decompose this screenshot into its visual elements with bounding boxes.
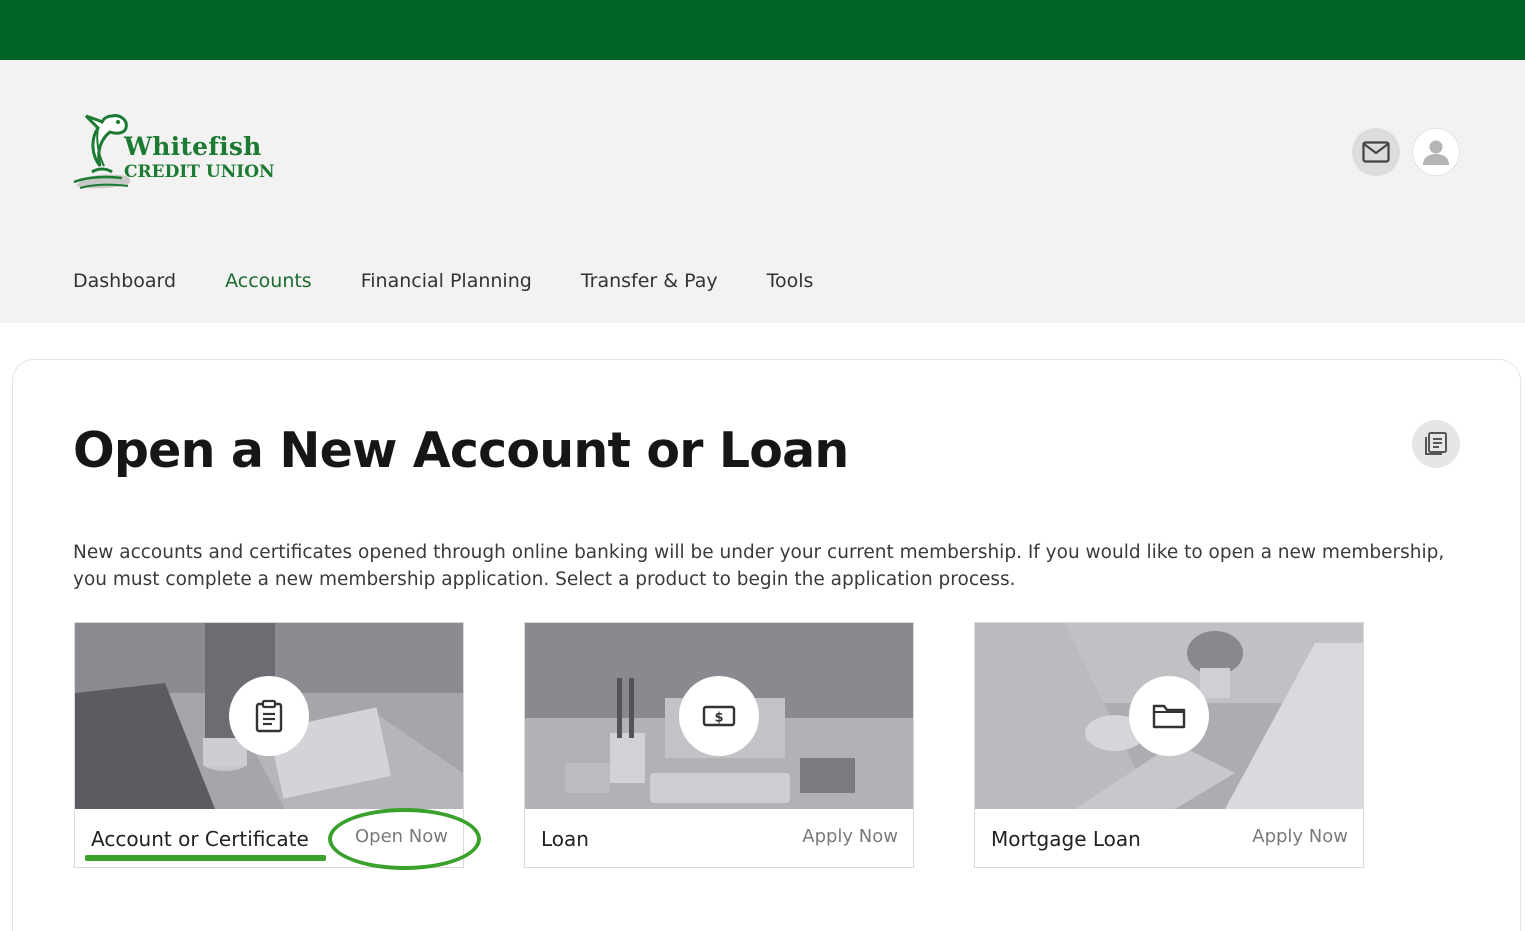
profile-button[interactable] <box>1412 128 1460 176</box>
messages-button[interactable] <box>1352 128 1400 176</box>
whitefish-logo[interactable]: Whitefish CREDIT UNION <box>72 106 292 198</box>
logo-subname: CREDIT UNION <box>124 162 275 182</box>
top-brand-bar <box>0 0 1525 60</box>
page-title: Open a New Account or Loan <box>73 422 849 479</box>
folder-icon <box>1152 704 1186 729</box>
highlight-circle <box>328 808 481 870</box>
product-label: Mortgage Loan <box>991 827 1141 851</box>
header: Whitefish CREDIT UNION Dashboard Account… <box>0 60 1525 323</box>
nav-tools[interactable]: Tools <box>767 270 814 292</box>
dollar-bill-icon: $ <box>702 705 736 727</box>
clipboard-icon <box>255 699 283 733</box>
product-icon-circle: $ <box>679 676 759 756</box>
nav-financial-planning[interactable]: Financial Planning <box>361 270 532 292</box>
logo-name: Whitefish <box>124 132 262 161</box>
product-card-loan[interactable]: $ Loan Apply Now <box>524 622 914 868</box>
product-label: Loan <box>541 827 589 851</box>
nav-transfer-pay[interactable]: Transfer & Pay <box>581 270 718 292</box>
user-silhouette-icon <box>1423 140 1449 165</box>
product-label: Account or Certificate <box>91 827 309 851</box>
apply-now-link[interactable]: Apply Now <box>1252 826 1348 847</box>
product-card-mortgage-loan[interactable]: Mortgage Loan Apply Now <box>974 622 1364 868</box>
nav-accounts[interactable]: Accounts <box>225 270 312 292</box>
documents-button[interactable] <box>1412 420 1460 468</box>
nav-dashboard[interactable]: Dashboard <box>73 270 176 292</box>
highlight-underline <box>85 855 326 861</box>
main-nav: Dashboard Accounts Financial Planning Tr… <box>73 270 862 292</box>
mail-icon <box>1362 141 1390 163</box>
product-icon-circle <box>1129 676 1209 756</box>
document-list-icon <box>1425 432 1447 455</box>
svg-text:$: $ <box>714 711 723 726</box>
intro-text: New accounts and certificates opened thr… <box>73 542 1445 590</box>
apply-now-link[interactable]: Apply Now <box>802 826 898 847</box>
product-icon-circle <box>229 676 309 756</box>
